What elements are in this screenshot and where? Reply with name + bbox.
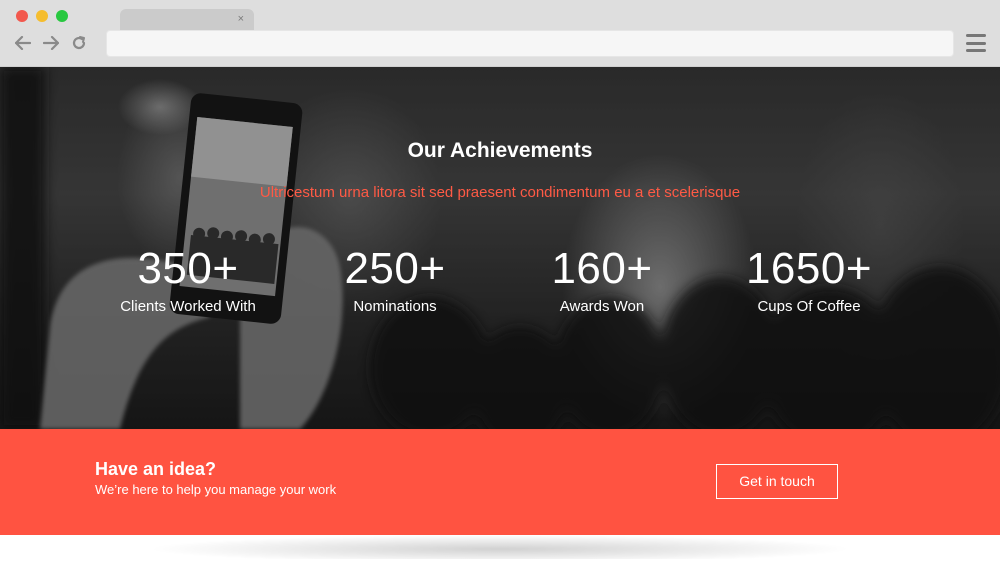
- stat-value: 160+: [551, 244, 653, 293]
- navigation-controls: [14, 34, 88, 52]
- stat-value: 1650+: [745, 244, 873, 293]
- section-title: Our Achievements: [407, 139, 593, 162]
- address-bar[interactable]: [106, 30, 954, 57]
- get-in-touch-button[interactable]: Get in touch: [716, 464, 838, 499]
- maximize-window-button[interactable]: [56, 10, 68, 22]
- browser-chrome: ×: [0, 0, 1000, 67]
- close-window-button[interactable]: [16, 10, 28, 22]
- stat-label: Clients Worked With: [120, 298, 256, 315]
- window-controls: [16, 10, 68, 22]
- stat-awards: 160+ Awards Won: [492, 243, 712, 317]
- call-to-action-band: Have an idea? We’re here to help you man…: [0, 429, 1000, 535]
- reload-icon[interactable]: [70, 34, 88, 52]
- card-shadow: [150, 535, 850, 559]
- section-subtitle: Ultricestum urna litora sit sed praesent…: [259, 184, 741, 201]
- achievements-section: Our Achievements Ultricestum urna litora…: [0, 67, 1000, 429]
- cta-title: Have an idea?: [95, 459, 217, 479]
- stat-nominations: 250+ Nominations: [285, 243, 505, 317]
- stat-value: 250+: [344, 244, 446, 293]
- hamburger-menu-icon[interactable]: [966, 34, 986, 52]
- stat-label: Awards Won: [559, 298, 645, 315]
- stat-coffee: 1650+ Cups Of Coffee: [699, 243, 919, 317]
- stat-label: Nominations: [353, 298, 437, 315]
- cta-text: We’re here to help you manage your work: [95, 482, 337, 497]
- page-bottom: [0, 535, 1000, 566]
- back-arrow-icon[interactable]: [14, 34, 32, 52]
- stat-label: Cups Of Coffee: [757, 298, 861, 315]
- minimize-window-button[interactable]: [36, 10, 48, 22]
- stat-clients: 350+ Clients Worked With: [78, 243, 298, 317]
- forward-arrow-icon[interactable]: [42, 34, 60, 52]
- stat-value: 350+: [137, 244, 239, 293]
- tab-close-icon[interactable]: ×: [238, 12, 244, 26]
